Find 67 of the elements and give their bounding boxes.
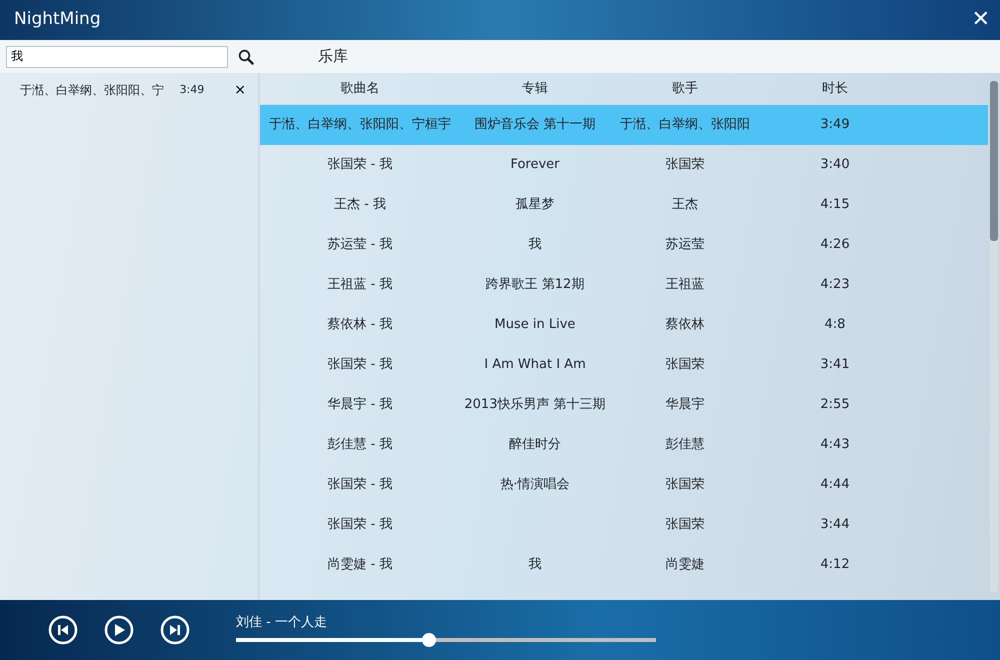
- table-cell-text: 张国荣: [664, 516, 706, 534]
- table-cell-text: 张国荣: [664, 476, 706, 494]
- table-cell-text: 华晨宇 - 我: [326, 396, 394, 414]
- table-cell-text: 4:44: [819, 476, 851, 494]
- selected-row[interactable]: 于湉、白举纲、张阳阳、宁桓宇 围炉音乐会 第十一期 于湉、白举纲、张阳阳 3:49: [260, 105, 988, 145]
- table-cell-text: I Am What I Am: [483, 356, 587, 374]
- table-cell-text: 张国荣 - 我: [326, 356, 394, 374]
- table-cell-text: 彭佳慧 - 我: [326, 436, 394, 454]
- table-cell-text: 3:41: [819, 356, 851, 374]
- table-cell-text: 热·情演唱会: [499, 476, 571, 494]
- search-field[interactable]: 我: [6, 46, 228, 68]
- table-cell-text: 4:15: [819, 196, 851, 214]
- play-button[interactable]: [104, 615, 134, 645]
- table-cell-text: 苏运莹: [664, 236, 706, 254]
- table-cell-text: 苏运莹 - 我: [326, 236, 394, 254]
- remove-button[interactable]: ×: [234, 80, 246, 100]
- table-cell-text: 于湉、白举纲、张阳阳: [619, 116, 751, 134]
- scrollbar-track[interactable]: [990, 81, 998, 592]
- table-cell-text: 3:44: [819, 516, 851, 534]
- table-cell-text: 王杰: [671, 196, 699, 214]
- table-cell-text: 4:23: [819, 276, 851, 294]
- table-cell-text: 3:40: [819, 156, 851, 174]
- table-cell-text: 王祖蓝 - 我: [326, 276, 394, 294]
- table-cell-text: 王祖蓝: [664, 276, 706, 294]
- table-cell-text: 4:8: [824, 316, 846, 334]
- table-cell-text: 蔡依林 - 我: [326, 316, 394, 334]
- column-header[interactable]: 专辑: [460, 78, 610, 98]
- previous-button[interactable]: [48, 615, 78, 645]
- table-cell-text: 醉佳时分: [508, 436, 562, 454]
- table-cell-text: 王杰 - 我: [333, 196, 387, 214]
- table-cell-text: Muse in Live: [494, 316, 576, 334]
- table-cell-text: 张国荣: [664, 356, 706, 374]
- table-cell-text: 我: [528, 556, 542, 574]
- table-cell-text: 蔡依林: [664, 316, 706, 334]
- table-cell-text: 张国荣 - 我: [326, 516, 394, 534]
- table-cell-text: 华晨宇: [664, 396, 706, 414]
- window-title: NightMing: [14, 8, 101, 32]
- table-cell-text: 我: [528, 236, 542, 254]
- close-button[interactable]: ✕: [972, 9, 990, 31]
- table-cell-text: 张国荣: [664, 156, 706, 174]
- table-cell-text: 2:55: [819, 396, 851, 414]
- playlist-song-title[interactable]: 于湉、白举纲、张阳阳、宁: [20, 81, 180, 99]
- table-cell-text: 围炉音乐会 第十一期: [473, 116, 597, 134]
- now-playing-title: 刘佳 - 一个人走: [236, 614, 328, 632]
- section-title: 乐库: [318, 46, 348, 68]
- table-cell-text: 于湉、白举纲、张阳阳、宁桓宇: [268, 116, 452, 134]
- table-cell-text: 4:26: [819, 236, 851, 254]
- table-cell-text: 尚雯婕: [664, 556, 706, 574]
- scrollbar-thumb[interactable]: [990, 81, 998, 241]
- table-cell-text: 彭佳慧: [664, 436, 706, 454]
- table-cell-text: 张国荣 - 我: [326, 156, 394, 174]
- table-cell-text: 跨界歌王 第12期: [484, 276, 586, 294]
- column-header[interactable]: 歌曲名: [260, 78, 460, 98]
- search-button[interactable]: [238, 48, 254, 64]
- playlist-song-duration: 3:49: [180, 82, 204, 98]
- table-cell-text: 4:43: [819, 436, 851, 454]
- table-cell-text: 尚雯婕 - 我: [326, 556, 394, 574]
- table-cell-text: 孤星梦: [514, 196, 556, 214]
- progress-thumb[interactable]: [422, 633, 436, 648]
- table-cell-text: 2013快乐男声 第十三期: [463, 396, 607, 414]
- table-cell-text: 4:12: [819, 556, 851, 574]
- table-cell-text: 张国荣 - 我: [326, 476, 394, 494]
- next-button[interactable]: [160, 615, 190, 645]
- column-header[interactable]: 歌手: [610, 78, 760, 98]
- table-cell-text: Forever: [509, 156, 561, 174]
- table-cell-text: 3:49: [819, 116, 851, 134]
- column-header[interactable]: 时长: [760, 78, 910, 98]
